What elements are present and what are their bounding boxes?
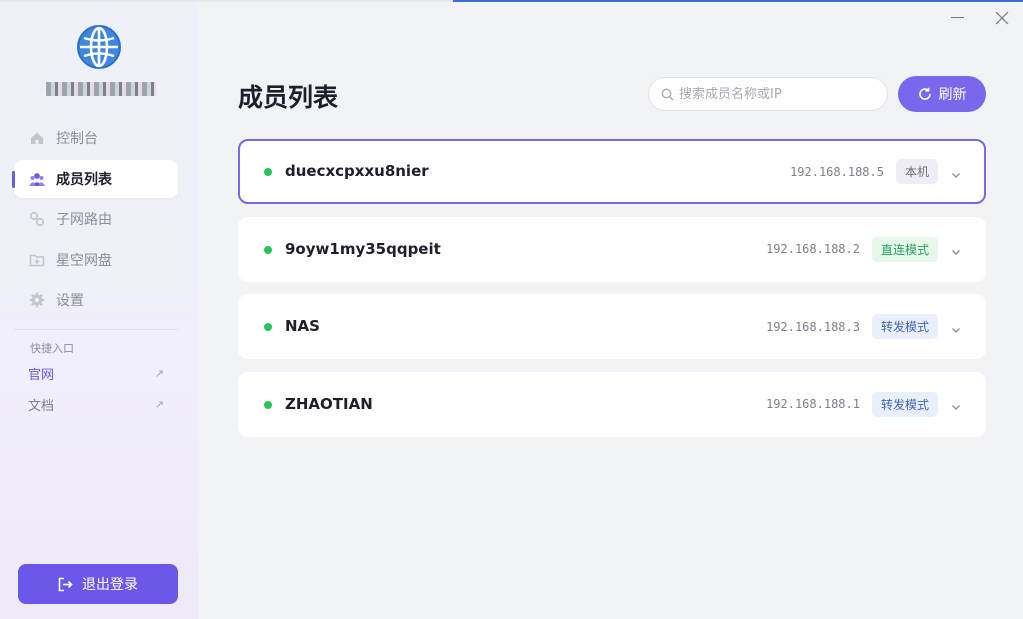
- home-icon: [29, 130, 45, 146]
- member-meta: 192.168.188.2 直连模式: [766, 219, 962, 280]
- sidebar-item-subnet-route[interactable]: 子网路由: [14, 200, 178, 238]
- members-icon: [29, 171, 45, 187]
- sidebar-item-label: 设置: [56, 293, 84, 309]
- member-ip: 192.168.188.5: [790, 164, 884, 179]
- chevron-down-icon[interactable]: [950, 398, 962, 410]
- logout-label: 退出登录: [82, 577, 138, 593]
- refresh-icon: [918, 87, 931, 100]
- sidebar-item-label: 星空网盘: [56, 252, 112, 269]
- chevron-down-icon[interactable]: [950, 166, 962, 178]
- mode-badge: 本机: [895, 159, 938, 184]
- subnet-route-icon: [29, 211, 45, 227]
- mode-badge: 转发模式: [871, 391, 938, 417]
- member-ip: 192.168.188.2: [766, 242, 860, 256]
- globe-icon: [76, 24, 122, 70]
- chevron-down-icon[interactable]: [950, 321, 962, 333]
- quick-link-label: 官网: [28, 367, 55, 383]
- search-box[interactable]: [648, 77, 888, 111]
- chevron-down-icon[interactable]: [950, 243, 962, 255]
- online-status-dot: [264, 323, 272, 331]
- logout-button[interactable]: 退出登录: [18, 564, 178, 604]
- quick-links-title: 快捷入口: [30, 342, 74, 355]
- sidebar-item-dashboard[interactable]: 控制台: [14, 119, 178, 157]
- sidebar-item-label: 控制台: [56, 131, 98, 147]
- member-card[interactable]: NAS 192.168.188.3 转发模式: [238, 294, 986, 359]
- member-ip: 192.168.188.1: [766, 397, 860, 411]
- member-meta: 192.168.188.1 转发模式: [766, 374, 962, 435]
- search-icon: [661, 88, 674, 100]
- gear-icon: [29, 292, 45, 308]
- quick-link-official-site[interactable]: 官网 ↗: [28, 363, 164, 383]
- external-link-icon: ↗: [154, 397, 164, 411]
- online-status-dot: [264, 400, 272, 409]
- member-name: ZHAOTIAN: [285, 394, 373, 413]
- member-name: duecxcpxxu8nier: [285, 162, 429, 180]
- close-icon[interactable]: [995, 10, 1009, 25]
- quick-link-docs[interactable]: 文档 ↗: [28, 394, 164, 414]
- window-top-accent: [453, 0, 1023, 2]
- sidebar-item-label: 子网路由: [56, 212, 112, 228]
- mode-badge: 转发模式: [871, 314, 938, 339]
- online-status-dot: [264, 245, 272, 254]
- member-list: duecxcpxxu8nier 192.168.188.5 本机 9oyw1my…: [238, 139, 986, 449]
- sidebar-item-settings[interactable]: 设置: [14, 281, 178, 319]
- user-name-redacted: [46, 82, 156, 96]
- member-ip: 192.168.188.3: [766, 319, 860, 334]
- refresh-label: 刷新: [938, 87, 967, 103]
- member-meta: 192.168.188.5 本机: [790, 141, 962, 202]
- member-card[interactable]: 9oyw1my35qqpeit 192.168.188.2 直连模式: [238, 216, 986, 282]
- sidebar-item-label: 成员列表: [56, 171, 112, 188]
- member-card[interactable]: duecxcpxxu8nier 192.168.188.5 本机: [238, 139, 986, 204]
- cloud-drive-icon: [29, 252, 45, 268]
- sidebar-item-cloud-drive[interactable]: 星空网盘: [14, 241, 178, 279]
- external-link-icon: ↗: [154, 366, 164, 380]
- member-name: 9oyw1my35qqpeit: [285, 239, 441, 258]
- member-name: NAS: [285, 317, 320, 335]
- sidebar-divider: [14, 329, 178, 330]
- minimize-icon[interactable]: [951, 8, 965, 26]
- refresh-button[interactable]: 刷新: [898, 76, 986, 112]
- search-input[interactable]: [679, 86, 869, 102]
- sidebar: 控制台 成员列表 子网路由 星空网盘 设置 快捷入口 官网 ↗ 文档 ↗ 退出登…: [0, 2, 198, 619]
- logout-icon: [58, 577, 73, 591]
- quick-link-label: 文档: [28, 398, 55, 414]
- sidebar-nav: 控制台 成员列表 子网路由 星空网盘 设置: [12, 119, 178, 322]
- page-title: 成员列表: [238, 83, 339, 112]
- mode-badge: 直连模式: [871, 236, 938, 262]
- member-meta: 192.168.188.3 转发模式: [766, 296, 962, 357]
- member-card[interactable]: ZHAOTIAN 192.168.188.1 转发模式: [238, 371, 986, 437]
- sidebar-item-members[interactable]: 成员列表: [12, 159, 178, 198]
- online-status-dot: [264, 168, 272, 176]
